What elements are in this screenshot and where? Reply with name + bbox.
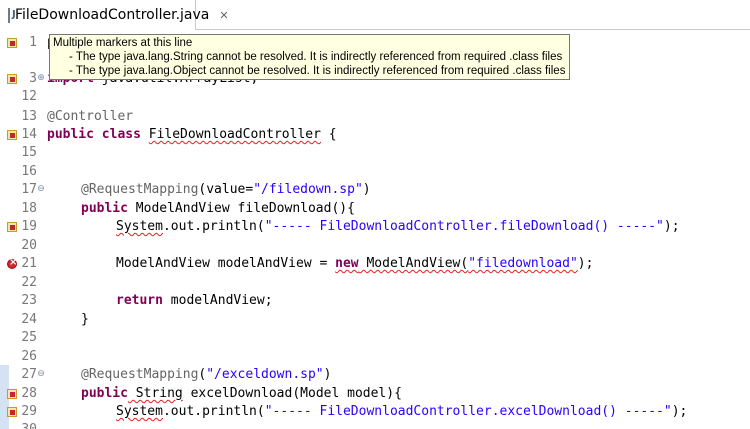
line-number: 25 [21, 330, 37, 345]
editor-tab-bar: FileDownloadController.java ✕ [0, 0, 750, 30]
constructor-call: ModelAndView( [358, 256, 469, 271]
line-number: 19 [21, 219, 37, 234]
code-text: public String excelDownload(Model model)… [81, 385, 402, 403]
code-text: @RequestMapping(value="/filedown.sp") [81, 181, 371, 199]
code-rest: (value= [198, 182, 254, 197]
line-number: 17 [21, 182, 37, 197]
code-rest: .out.println( [162, 219, 265, 234]
tooltip-item: - The type java.lang.String cannot be re… [69, 51, 563, 63]
code-text: } [81, 312, 89, 327]
string-literal: "filedownload" [468, 256, 578, 271]
close-icon[interactable]: ✕ [219, 9, 228, 22]
code-line: 12 [0, 88, 750, 106]
annotation: @RequestMapping [81, 367, 199, 382]
code-rest: ) [323, 367, 332, 382]
code-line: 28 public String excelDownload(Model mod… [0, 385, 750, 403]
tooltip-item: - The type java.lang.Object cannot be re… [69, 65, 566, 77]
string-literal: "----- FileDownloadController.fileDownlo… [264, 219, 664, 234]
class-name: System [116, 404, 163, 419]
line-number: 12 [21, 89, 37, 104]
tooltip-title: Multiple markers at this line [53, 37, 193, 49]
string-literal: "/exceldown.sp" [206, 367, 324, 382]
line-number: 21 [21, 256, 37, 271]
code-line: 29 System.out.println("----- FileDownloa… [0, 403, 750, 421]
code-line: 23 return modelAndView; [0, 292, 750, 310]
keyword: public [81, 201, 128, 216]
code-line: 22 [0, 274, 750, 292]
line-number: 13 [21, 109, 37, 124]
java-file-icon [8, 7, 16, 23]
code-line: 18 public ModelAndView fileDownload(){ [0, 200, 750, 218]
line-number: 26 [21, 349, 37, 364]
code-line: 15 [0, 144, 750, 162]
code-line: 25 [0, 329, 750, 347]
code-line: 19 System.out.println("----- FileDownloa… [0, 218, 750, 236]
line-number: 30 [10, 421, 37, 429]
fold-expand-icon[interactable]: ⊕ [36, 73, 46, 83]
code-line: 24 } [0, 311, 750, 329]
annotation: @Controller [47, 109, 134, 124]
class-name: FileDownloadController [148, 127, 321, 142]
line-number: 20 [21, 238, 37, 253]
code-text: @RequestMapping("/exceldown.sp") [81, 366, 331, 384]
line-number: 29 [21, 404, 37, 419]
code-rest: ); [577, 256, 594, 271]
line-number: 1 [29, 35, 37, 50]
fold-collapse-icon[interactable]: ⊖ [36, 184, 46, 194]
code-line: 26 [0, 348, 750, 366]
line-number: 15 [21, 145, 37, 160]
code-line: 17 ⊖ @RequestMapping(value="/filedown.sp… [0, 181, 750, 199]
code-rest: { [320, 127, 337, 142]
code-rest: ); [663, 219, 680, 234]
string-literal: "/filedown.sp" [253, 182, 363, 197]
line-number: 16 [21, 164, 37, 179]
line-number: 3 [29, 71, 37, 86]
keyword: return [116, 293, 163, 308]
code-rest: .out.println( [162, 404, 265, 419]
code-rest: ModelAndView modelAndView = [116, 256, 336, 271]
code-text: System.out.println("----- FileDownloadCo… [116, 403, 687, 421]
code-text: public ModelAndView fileDownload(){ [81, 200, 355, 218]
code-text: System.out.println("----- FileDownloadCo… [116, 218, 680, 236]
keyword: public [81, 386, 128, 401]
code-line: 30 [0, 421, 750, 429]
code-line: 27 ⊖ @RequestMapping("/exceldown.sp") [0, 366, 750, 384]
fold-collapse-icon[interactable]: ⊖ [36, 369, 46, 379]
code-rest: ModelAndView fileDownload(){ [127, 201, 355, 216]
annotation: @RequestMapping [81, 182, 199, 197]
line-number: 28 [21, 386, 37, 401]
code-editor[interactable]: 1 p 3 ⊕ import java.util.ArrayList; 12 1… [0, 30, 750, 429]
code-rest: modelAndView; [162, 293, 273, 308]
tab-label: FileDownloadController.java [15, 7, 210, 23]
code-text: ModelAndView modelAndView = new ModelAnd… [116, 255, 593, 273]
code-line: 16 [0, 163, 750, 181]
code-line: 20 [0, 237, 750, 255]
keyword: public class [47, 127, 141, 142]
line-number: 24 [21, 312, 37, 327]
line-number: 18 [21, 201, 37, 216]
code-line: 13 @Controller [0, 108, 750, 126]
line-number: 23 [21, 293, 37, 308]
line-number: 27 [21, 367, 37, 382]
code-rest: ); [671, 404, 688, 419]
line-number: 14 [21, 127, 37, 142]
line-number: 22 [21, 275, 37, 290]
class-name: System [116, 219, 163, 234]
code-rest: excelDownload(Model model){ [182, 386, 402, 401]
code-text: public class FileDownloadController { [47, 126, 337, 144]
keyword: new [335, 256, 359, 271]
code-rest: ) [362, 182, 371, 197]
code-line: 21 ModelAndView modelAndView = new Model… [0, 255, 750, 273]
code-text: return modelAndView; [116, 292, 273, 310]
tab-file-download-controller[interactable]: FileDownloadController.java ✕ [0, 0, 229, 30]
type-name: String [127, 386, 183, 401]
code-line: 14 public class FileDownloadController { [0, 126, 750, 144]
problem-hover-tooltip: Multiple markers at this line - The type… [49, 34, 570, 80]
string-literal: "----- FileDownloadController.excelDownl… [264, 404, 672, 419]
